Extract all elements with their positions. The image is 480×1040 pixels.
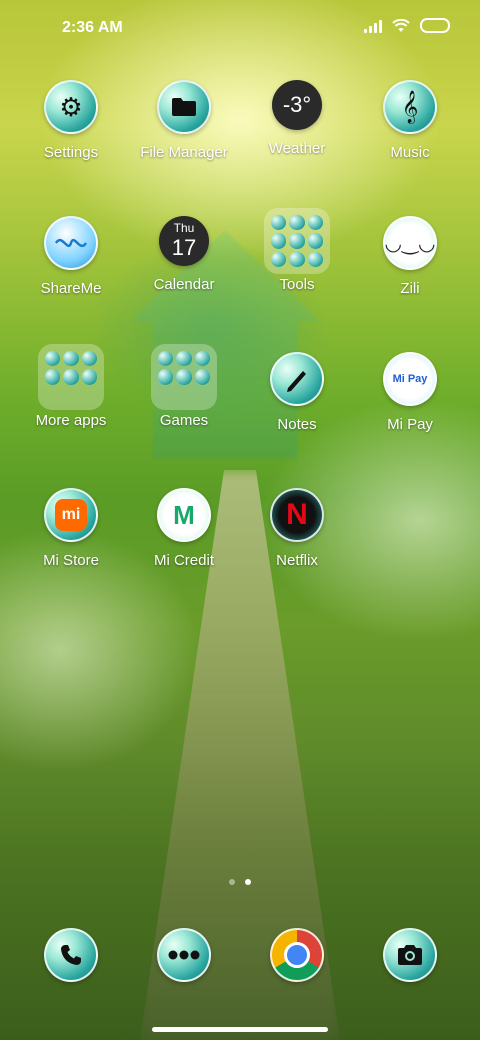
page-dot[interactable] xyxy=(229,879,235,885)
folder-games[interactable]: Games xyxy=(129,344,239,429)
status-bar: 2:36 AM xyxy=(0,0,480,56)
games-folder-icon xyxy=(151,344,217,410)
netflix-icon: N xyxy=(270,488,324,542)
app-file-manager[interactable]: File Manager xyxy=(129,80,239,161)
calendar-icon: Thu 17 xyxy=(159,216,209,266)
weather-temp: -3° xyxy=(282,92,312,117)
clock: 2:36 AM xyxy=(62,19,123,36)
app-label: Settings xyxy=(43,144,99,161)
app-zili[interactable]: ◡‿◡ Zili xyxy=(355,216,465,297)
battery-icon xyxy=(420,18,450,33)
folder-more-apps[interactable]: More apps xyxy=(16,344,126,429)
folder-tools[interactable]: Tools xyxy=(242,208,352,293)
app-label: Weather xyxy=(268,140,326,157)
app-label: File Manager xyxy=(140,144,228,161)
app-label: Mi Pay xyxy=(387,416,433,433)
app-label: ShareMe xyxy=(40,280,102,297)
notes-icon xyxy=(270,352,324,406)
dock-camera[interactable] xyxy=(355,928,465,982)
app-label: Calendar xyxy=(153,276,215,293)
app-label: Music xyxy=(390,144,430,161)
app-label: Netflix xyxy=(276,552,318,569)
app-label: More apps xyxy=(35,412,107,429)
page-dot-active[interactable] xyxy=(245,879,251,885)
mi-store-icon-text: mi xyxy=(61,506,81,523)
phone-icon xyxy=(44,928,98,982)
shareme-icon xyxy=(44,216,98,270)
dock-chrome[interactable] xyxy=(242,928,352,982)
app-label: Tools xyxy=(279,276,315,293)
folder-icon xyxy=(157,80,211,134)
calendar-date: 17 xyxy=(171,235,197,260)
app-label: Zili xyxy=(400,280,420,297)
calendar-day: Thu xyxy=(173,221,195,235)
page-indicator xyxy=(0,879,480,885)
camera-icon xyxy=(383,928,437,982)
settings-icon: ⚙ xyxy=(44,80,98,134)
mi-credit-icon: M xyxy=(157,488,211,542)
app-netflix[interactable]: N Netflix xyxy=(242,488,352,569)
home-indicator[interactable] xyxy=(152,1027,328,1032)
chrome-icon xyxy=(270,928,324,982)
app-label: Games xyxy=(159,412,209,429)
zili-icon: ◡‿◡ xyxy=(383,216,437,270)
app-label: Notes xyxy=(277,416,317,433)
mi-store-icon: mi xyxy=(44,488,98,542)
app-label: Mi Credit xyxy=(153,552,214,569)
more-icon xyxy=(157,928,211,982)
dock-phone[interactable] xyxy=(16,928,126,982)
app-music[interactable]: 𝄞 Music xyxy=(355,80,465,161)
app-notes[interactable]: Notes xyxy=(242,352,352,433)
weather-icon: -3° xyxy=(272,80,322,130)
mi-credit-icon-text: M xyxy=(173,499,195,530)
app-mi-pay[interactable]: Mi Pay Mi Pay xyxy=(355,352,465,433)
app-label: Mi Store xyxy=(43,552,99,569)
more-apps-folder-icon xyxy=(38,344,104,410)
dock-more[interactable] xyxy=(129,928,239,982)
wifi-icon xyxy=(392,18,410,32)
netflix-icon-text: N xyxy=(286,498,308,531)
mi-pay-icon-text: Mi Pay xyxy=(392,373,428,385)
app-mi-store[interactable]: mi Mi Store xyxy=(16,488,126,569)
app-mi-credit[interactable]: M Mi Credit xyxy=(129,488,239,569)
status-icons xyxy=(364,18,450,33)
app-settings[interactable]: ⚙ Settings xyxy=(16,80,126,161)
tools-folder-icon xyxy=(264,208,330,274)
app-weather[interactable]: -3° Weather xyxy=(242,80,352,157)
signal-icon xyxy=(364,19,382,33)
app-shareme[interactable]: ShareMe xyxy=(16,216,126,297)
app-calendar[interactable]: Thu 17 Calendar xyxy=(129,216,239,293)
music-icon: 𝄞 xyxy=(383,80,437,134)
mi-pay-icon: Mi Pay xyxy=(383,352,437,406)
